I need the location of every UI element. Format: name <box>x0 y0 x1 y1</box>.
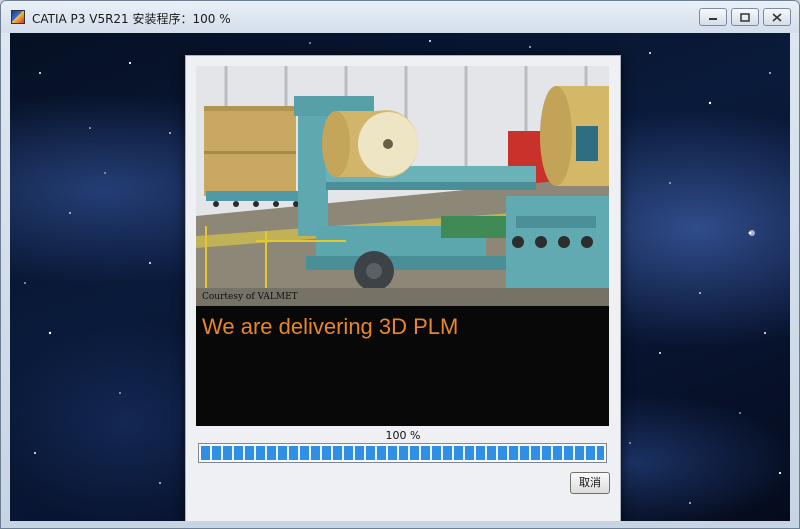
courtesy-credit: Courtesy of VALMET <box>202 292 298 302</box>
restore-button[interactable] <box>731 8 759 26</box>
progress-bar <box>198 443 607 463</box>
close-button[interactable] <box>763 8 791 26</box>
close-icon <box>772 12 782 22</box>
progress-bar-fill <box>201 446 604 460</box>
space-background: Courtesy of VALMET We are delivering 3D … <box>10 33 790 521</box>
cancel-button[interactable]: 取消 <box>570 472 610 494</box>
progress-percent-label: 100 % <box>385 429 421 442</box>
installer-window: CATIA P3 V5R21 安装程序：100 % Courtesy of VA… <box>0 0 800 529</box>
minimize-icon <box>709 18 717 20</box>
title-bar[interactable]: CATIA P3 V5R21 安装程序：100 % <box>1 1 799 33</box>
splash-panel: Courtesy of VALMET We are delivering 3D … <box>196 66 609 426</box>
window-controls <box>699 8 791 26</box>
catia-app-icon <box>11 10 25 24</box>
factory-scene-image <box>196 66 609 306</box>
restore-icon <box>740 12 750 22</box>
window-title: CATIA P3 V5R21 安装程序：100 % <box>32 12 231 26</box>
splash-tagline: We are delivering 3D PLM <box>202 314 459 339</box>
install-dialog: Courtesy of VALMET We are delivering 3D … <box>185 55 621 521</box>
minimize-button[interactable] <box>699 8 727 26</box>
